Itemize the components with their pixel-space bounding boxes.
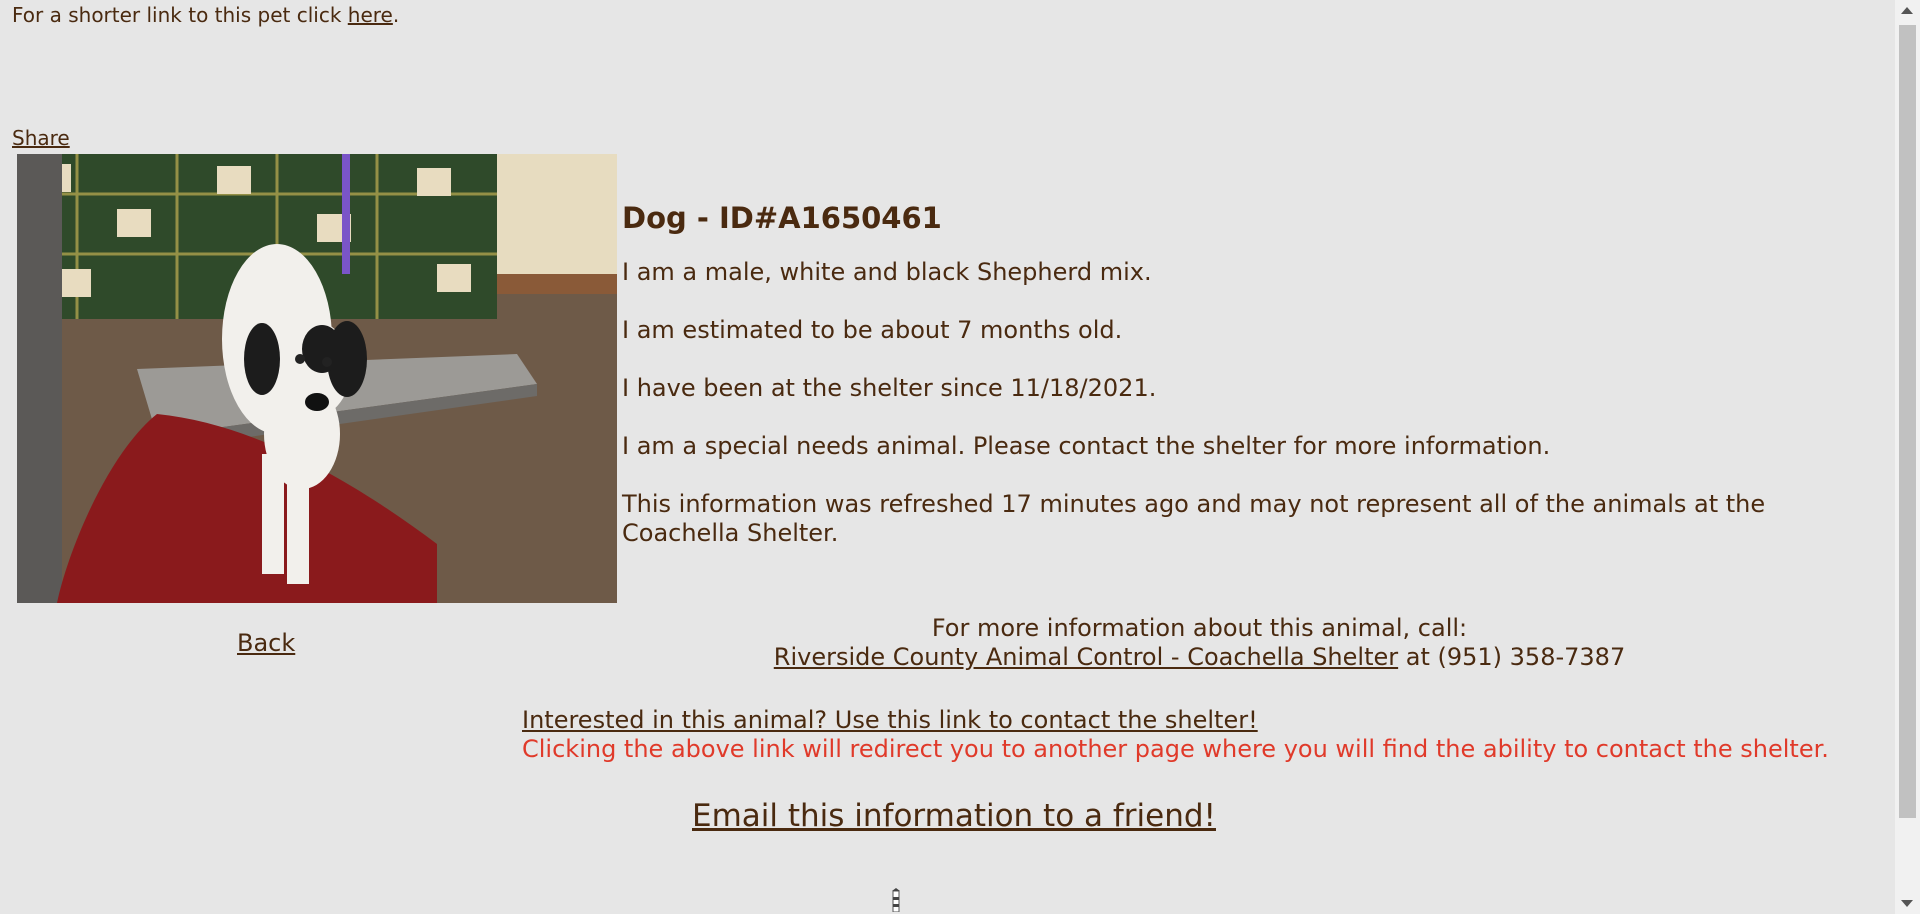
short-link-here[interactable]: here bbox=[348, 3, 393, 27]
vertical-scrollbar[interactable] bbox=[1895, 0, 1920, 914]
contact-shelter-link[interactable]: Interested in this animal? Use this link… bbox=[522, 706, 1258, 734]
lighthouse-icon bbox=[892, 888, 900, 912]
animal-description-sex-breed: I am a male, white and black Shepherd mi… bbox=[622, 258, 1152, 286]
scroll-down-icon[interactable] bbox=[1901, 900, 1913, 907]
animal-description-intake-date: I have been at the shelter since 11/18/2… bbox=[622, 374, 1157, 402]
animal-description-age: I am estimated to be about 7 months old. bbox=[622, 316, 1123, 344]
interest-section: Interested in this animal? Use this link… bbox=[522, 706, 1829, 764]
scroll-up-icon[interactable] bbox=[1901, 7, 1913, 14]
shelter-phone: at (951) 358-7387 bbox=[1398, 643, 1626, 671]
animal-description-special-needs: I am a special needs animal. Please cont… bbox=[622, 432, 1551, 460]
animal-title: Dog - ID#A1650461 bbox=[622, 201, 942, 235]
short-link-prefix: For a shorter link to this pet click bbox=[12, 3, 348, 27]
animal-photo bbox=[17, 154, 617, 603]
animal-info: Dog - ID#A1650461 I am a male, white and… bbox=[622, 200, 1802, 577]
email-friend-link[interactable]: Email this information to a friend! bbox=[692, 798, 1216, 834]
animal-description-refresh-note: This information was refreshed 17 minute… bbox=[622, 490, 1766, 547]
contact-info: For more information about this animal, … bbox=[622, 614, 1777, 672]
short-link-text: For a shorter link to this pet click her… bbox=[12, 3, 399, 27]
scrollbar-thumb[interactable] bbox=[1899, 25, 1916, 818]
contact-intro: For more information about this animal, … bbox=[931, 614, 1468, 642]
share-link[interactable]: Share bbox=[12, 126, 70, 150]
shelter-link[interactable]: Riverside County Animal Control - Coache… bbox=[774, 643, 1398, 671]
redirect-warning: Clicking the above link will redirect yo… bbox=[522, 735, 1829, 763]
back-link[interactable]: Back bbox=[237, 629, 295, 657]
short-link-suffix: . bbox=[392, 3, 400, 27]
page: For a shorter link to this pet click her… bbox=[0, 0, 1895, 914]
contact-line: Riverside County Animal Control - Coache… bbox=[622, 643, 1777, 672]
